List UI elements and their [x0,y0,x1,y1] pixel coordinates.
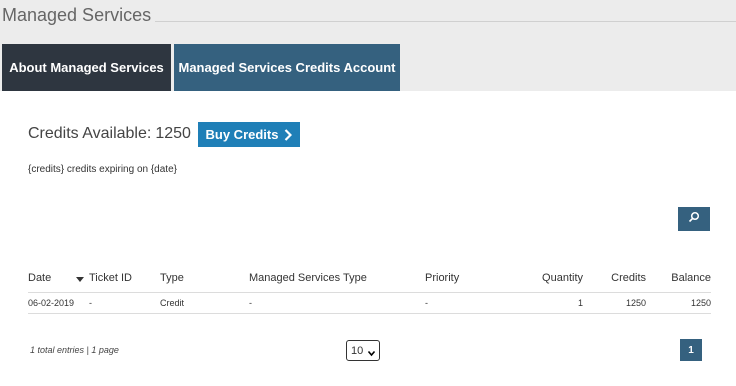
credits-available-label: Credits Available: [28,125,152,142]
search-icon [688,210,700,228]
entries-summary: 1 total entries | 1 page [30,345,119,355]
page-size-value: 10 [351,344,364,357]
header-balance[interactable]: Balance [671,272,711,284]
cell-quantity: 1 [577,298,583,308]
table-header-row: Date Ticket ID Type Managed Services Typ… [28,271,711,292]
chevron-right-icon [284,128,293,141]
header-priority[interactable]: Priority [425,272,459,284]
header-date[interactable]: Date [28,272,51,284]
credits-available-value: 1250 [155,125,191,142]
credits-expiring-text: {credits} credits expiring on {date} [28,164,177,175]
tab-bar: About Managed Services Managed Services … [2,44,400,91]
page-title: Managed Services [2,5,152,25]
content-panel: Credits Available: 1250 Buy Credits {cred… [0,91,736,386]
sort-desc-icon[interactable] [76,277,84,282]
header-type[interactable]: Type [160,272,184,284]
buy-credits-button[interactable]: Buy Credits [198,122,300,147]
cell-credits: 1250 [625,298,646,308]
cell-ticket-id: - [89,298,92,308]
tab-about-managed-services[interactable]: About Managed Services [2,44,171,91]
table-row: 06-02-2019 - Credit - - 1 1250 1250 [28,292,711,314]
title-divider [155,21,736,22]
page-size-select[interactable]: 10 [346,340,380,361]
cell-managed-services-type: - [249,298,252,308]
transactions-table: Date Ticket ID Type Managed Services Typ… [28,271,711,314]
header-credits[interactable]: Credits [611,272,646,284]
header-quantity[interactable]: Quantity [542,272,583,284]
buy-credits-label: Buy Credits [205,127,279,142]
cell-date: 06-02-2019 [28,298,75,308]
credits-available: Credits Available: 1250 [28,125,191,143]
header-ticket-id[interactable]: Ticket ID [89,272,132,284]
cell-priority: - [425,298,428,308]
page-button-current[interactable]: 1 [680,339,702,361]
chevron-down-icon [367,348,376,357]
search-button[interactable] [678,207,710,231]
cell-balance: 1250 [690,298,711,308]
header-managed-services-type[interactable]: Managed Services Type [249,272,367,284]
cell-type: Credit [160,298,185,308]
tab-managed-services-credits-account[interactable]: Managed Services Credits Account [174,44,400,91]
